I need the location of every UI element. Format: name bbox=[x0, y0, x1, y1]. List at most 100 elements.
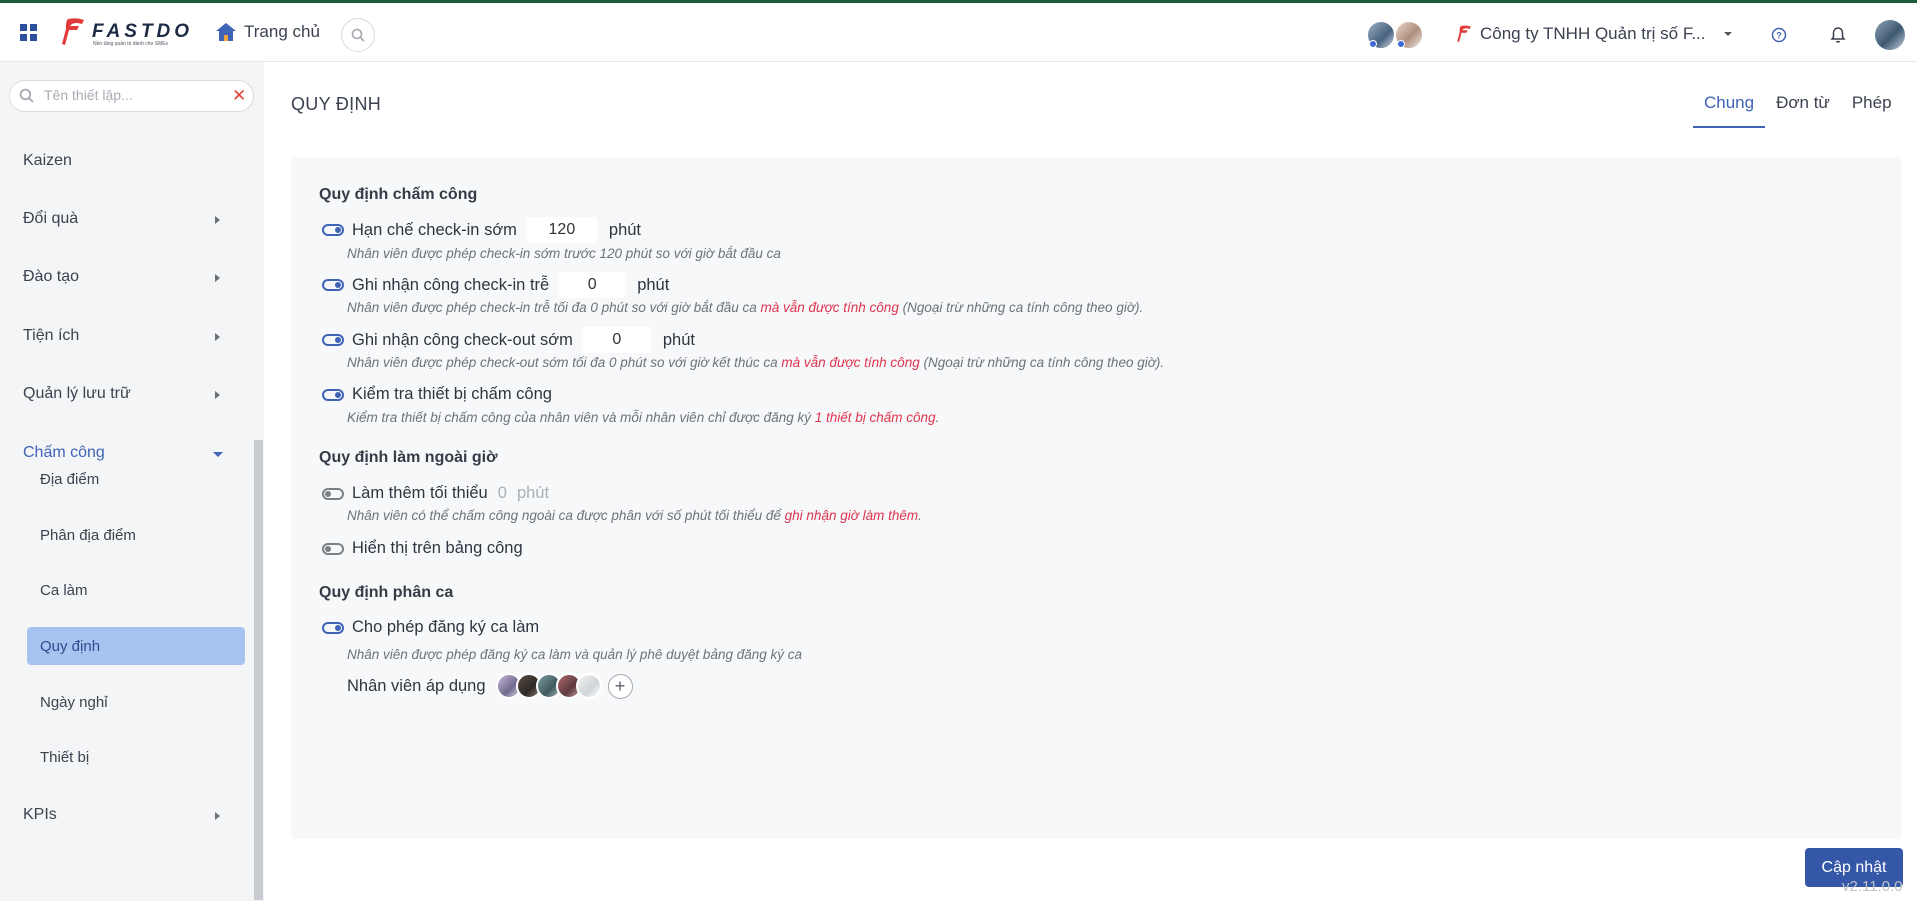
tab-phep[interactable]: Phép bbox=[1841, 88, 1903, 128]
add-employee-button[interactable]: + bbox=[607, 673, 633, 699]
avatar[interactable] bbox=[1394, 20, 1424, 50]
rule-late-checkin: Ghi nhận công check-in trễ 0 phút bbox=[322, 272, 669, 298]
company-selector[interactable]: Công ty TNHH Quản trị số F... bbox=[1456, 24, 1733, 44]
rule-label: Kiểm tra thiết bị chấm công bbox=[352, 385, 552, 403]
tab-chung[interactable]: Chung bbox=[1693, 88, 1766, 128]
fastdo-logo-mark-icon bbox=[62, 18, 84, 45]
rule-overtime-min: Làm thêm tối thiểu 0 phút bbox=[322, 484, 549, 503]
home-label: Trang chủ bbox=[244, 22, 320, 41]
sidebar-item-label: Quản lý lưu trữ bbox=[23, 385, 131, 402]
rule-early-checkin: Hạn chế check-in sớm 120 phút bbox=[322, 217, 641, 243]
clear-search-icon[interactable]: ✕ bbox=[232, 87, 246, 105]
section-title-shift: Quy định phân ca bbox=[319, 584, 454, 601]
caret-right-icon bbox=[215, 216, 220, 224]
page-title: QUY ĐỊNH bbox=[291, 94, 382, 114]
desc-text: . bbox=[935, 410, 940, 425]
desc-highlight: mà vẫn được tính công bbox=[781, 355, 920, 370]
rule-label: Làm thêm tối thiểu bbox=[352, 484, 488, 502]
company-logo-icon bbox=[1457, 25, 1471, 42]
sidebar-subitem-thiet-bi[interactable]: Thiết bị bbox=[27, 738, 245, 776]
device-check-toggle[interactable] bbox=[322, 388, 344, 401]
caret-right-icon bbox=[215, 391, 220, 399]
avatar[interactable] bbox=[1366, 20, 1396, 50]
overtime-min-toggle[interactable] bbox=[322, 487, 344, 500]
late-checkin-minutes-input[interactable]: 0 bbox=[559, 272, 626, 298]
applied-employees-label: Nhân viên áp dụng bbox=[347, 676, 486, 695]
caret-right-icon bbox=[215, 812, 220, 820]
online-dot-icon bbox=[1397, 40, 1405, 48]
overtime-minutes-input[interactable]: 0 bbox=[498, 484, 507, 503]
sidebar-subitem-label: Ngày nghỉ bbox=[40, 693, 108, 711]
desc-text: Kiểm tra thiết bị chấm công của nhân viê… bbox=[347, 410, 815, 425]
bell-icon[interactable] bbox=[1830, 26, 1846, 44]
help-icon[interactable]: ? bbox=[1771, 27, 1787, 43]
sidebar-item-label: Tiện ích bbox=[23, 327, 80, 344]
sidebar-subitem-quy-dinh[interactable]: Quy định bbox=[27, 627, 245, 665]
chevron-down-icon bbox=[1724, 32, 1733, 36]
sidebar-item-doi-qua[interactable]: Đổi quà bbox=[0, 199, 250, 239]
sidebar-subitem-label: Ca làm bbox=[40, 581, 88, 599]
sidebar-subitem-ngay-nghi[interactable]: Ngày nghỉ bbox=[27, 683, 245, 721]
version-label: v2.11.0.0 bbox=[1842, 878, 1903, 895]
home-link[interactable]: Trang chủ bbox=[215, 22, 320, 42]
desc-text: Nhân viên được phép check-out sớm tối đa… bbox=[347, 355, 782, 370]
rule-label: Ghi nhận công check-in trễ bbox=[352, 275, 550, 294]
unit-label: phút bbox=[516, 484, 550, 502]
rule-early-checkout: Ghi nhận công check-out sớm 0 phút bbox=[322, 327, 695, 353]
sidebar-item-kpis[interactable]: KPIs bbox=[0, 795, 250, 835]
rule-description: Kiểm tra thiết bị chấm công của nhân viê… bbox=[347, 410, 939, 425]
early-checkout-minutes-input[interactable]: 0 bbox=[582, 327, 651, 353]
global-search-button[interactable] bbox=[341, 18, 375, 52]
rule-description: Nhân viên được phép đăng ký ca làm và qu… bbox=[347, 647, 803, 662]
rule-label: Hiển thị trên bảng công bbox=[352, 539, 523, 557]
shift-register-toggle[interactable] bbox=[322, 621, 344, 634]
sidebar-item-dao-tao[interactable]: Đào tạo bbox=[0, 257, 250, 297]
desc-highlight: 1 thiết bị chấm công bbox=[814, 410, 936, 425]
sidebar-item-label: KPIs bbox=[23, 806, 57, 823]
employee-avatars bbox=[495, 673, 602, 699]
sidebar-subitem-ca-lam[interactable]: Ca làm bbox=[27, 571, 245, 609]
unit-label: phút bbox=[637, 275, 670, 294]
applied-employees: Nhân viên áp dụng + bbox=[347, 673, 633, 699]
avatar[interactable] bbox=[575, 673, 602, 699]
early-checkin-toggle[interactable] bbox=[322, 224, 344, 236]
settings-search[interactable]: ✕ bbox=[9, 80, 254, 112]
show-on-sheet-toggle[interactable] bbox=[322, 542, 344, 555]
sidebar-item-tien-ich[interactable]: Tiện ích bbox=[0, 316, 250, 356]
sidebar-subitem-phan-dia-diem[interactable]: Phân địa điểm bbox=[27, 516, 245, 554]
rule-show-on-sheet: Hiển thị trên bảng công bbox=[322, 539, 523, 558]
logo-text: FASTDO bbox=[92, 21, 194, 42]
desc-highlight: mà vẫn được tính công bbox=[760, 300, 899, 315]
fastdo-logo[interactable]: FASTDO Nền tảng quản trị dành cho SMEs bbox=[60, 17, 190, 51]
sidebar-subitem-label: Quy định bbox=[40, 637, 101, 655]
online-dot-icon bbox=[1369, 40, 1377, 48]
sidebar-item-label: Đào tạo bbox=[23, 268, 80, 285]
rule-device-check: Kiểm tra thiết bị chấm công bbox=[322, 385, 552, 404]
sidebar-item-label: Đổi quà bbox=[23, 210, 79, 227]
sidebar-scrollbar[interactable] bbox=[254, 440, 263, 900]
settings-search-input[interactable] bbox=[44, 87, 224, 103]
early-checkout-toggle[interactable] bbox=[322, 334, 344, 346]
section-title-overtime: Quy định làm ngoài giờ bbox=[319, 449, 498, 466]
apps-grid-icon[interactable] bbox=[20, 24, 38, 42]
late-checkin-toggle[interactable] bbox=[322, 279, 344, 291]
online-users[interactable] bbox=[1366, 20, 1424, 50]
caret-right-icon bbox=[215, 274, 220, 282]
desc-highlight: ghi nhận giờ làm thêm bbox=[784, 508, 919, 523]
rule-label: Hạn chế check-in sớm bbox=[352, 220, 517, 239]
tab-don-tu[interactable]: Đơn từ bbox=[1765, 88, 1841, 128]
sidebar-subitem-dia-diem[interactable]: Địa điểm bbox=[27, 460, 245, 498]
early-checkin-minutes-input[interactable]: 120 bbox=[526, 217, 597, 243]
rule-label: Cho phép đăng ký ca làm bbox=[352, 618, 540, 636]
sidebar-subitem-label: Phân địa điểm bbox=[40, 526, 136, 544]
rule-description: Nhân viên được phép check-in trễ tối đa … bbox=[347, 300, 1143, 315]
top-bar: FASTDO Nền tảng quản trị dành cho SMEs T… bbox=[0, 0, 1917, 62]
caret-right-icon bbox=[215, 333, 220, 341]
rule-description: Nhân viên được phép check-in sớm trước 1… bbox=[347, 246, 781, 261]
user-avatar[interactable] bbox=[1875, 20, 1905, 50]
sidebar-item-kaizen[interactable]: Kaizen bbox=[0, 141, 250, 181]
search-icon bbox=[19, 88, 34, 103]
company-name: Công ty TNHH Quản trị số F... bbox=[1480, 24, 1706, 43]
sidebar-item-quan-ly-luu-tru[interactable]: Quản lý lưu trữ bbox=[0, 374, 250, 414]
logo-tagline: Nền tảng quản trị dành cho SMEs bbox=[93, 41, 169, 47]
